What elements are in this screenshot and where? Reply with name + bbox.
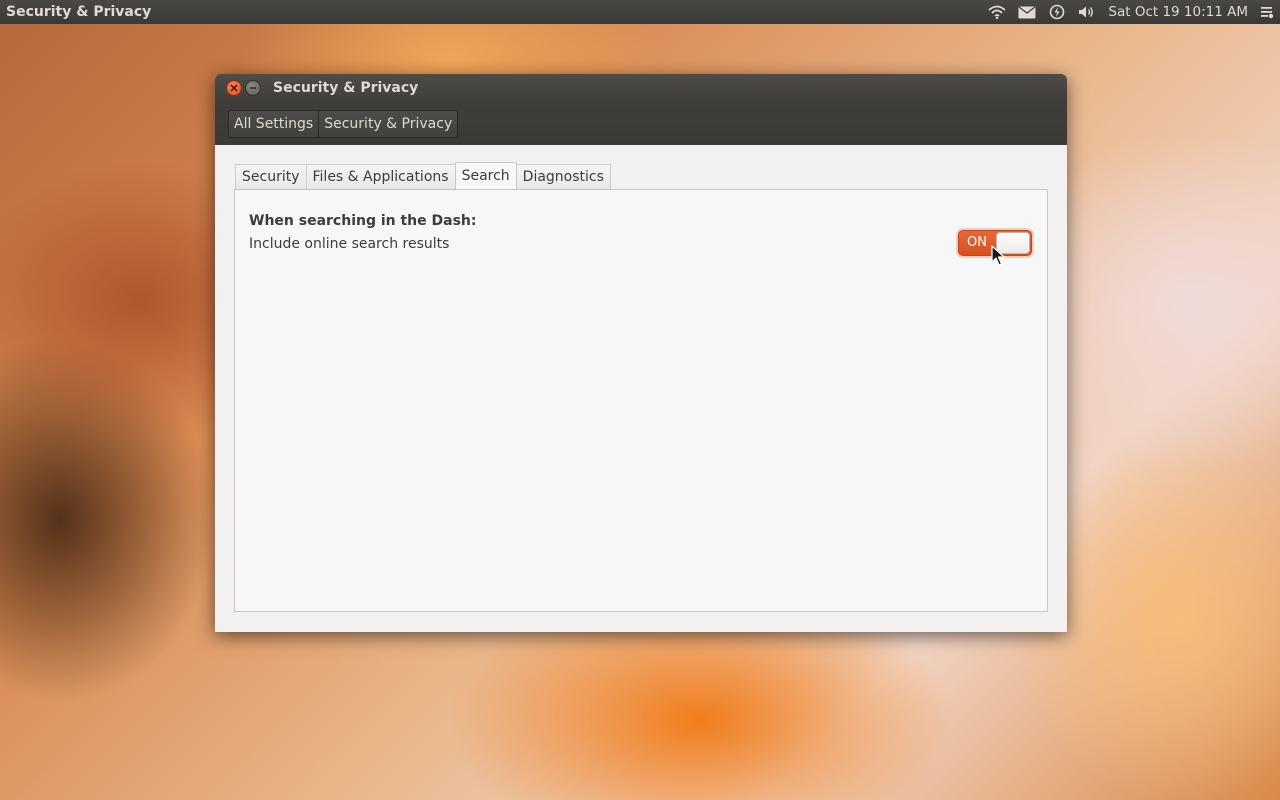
mouse-pointer-icon — [991, 245, 1005, 266]
breadcrumb: All Settings Security & Privacy — [228, 109, 459, 138]
power-icon[interactable] — [1042, 0, 1072, 24]
tab-bar: Security Files & Applications Search Dia… — [235, 162, 611, 189]
close-button[interactable] — [226, 80, 242, 96]
window-toolbar: All Settings Security & Privacy — [215, 102, 1067, 145]
tab-files-applications[interactable]: Files & Applications — [305, 164, 456, 189]
panel-app-title: Security & Privacy — [6, 4, 152, 20]
search-tab-panel: When searching in the Dash: Include onli… — [234, 189, 1048, 612]
mail-icon[interactable] — [1012, 0, 1042, 24]
session-menu-icon[interactable] — [1254, 0, 1280, 24]
panel-indicators: Sat Oct 19 10:11 AM — [982, 0, 1280, 24]
window-content: Security Files & Applications Search Dia… — [215, 145, 1067, 632]
panel-clock[interactable]: Sat Oct 19 10:11 AM — [1102, 4, 1254, 20]
breadcrumb-security-privacy[interactable]: Security & Privacy — [318, 110, 458, 137]
breadcrumb-all-settings[interactable]: All Settings — [229, 110, 319, 137]
minimize-button[interactable] — [245, 80, 261, 96]
tab-security[interactable]: Security — [235, 164, 307, 189]
top-panel: Security & Privacy Sat Oct 19 10:11 AM — [0, 0, 1280, 24]
settings-window: Security & Privacy All Settings Security… — [215, 74, 1067, 632]
wifi-icon[interactable] — [982, 0, 1012, 24]
volume-icon[interactable] — [1072, 0, 1102, 24]
window-title: Security & Privacy — [273, 80, 419, 96]
window-titlebar[interactable]: Security & Privacy — [215, 74, 1067, 102]
section-heading: When searching in the Dash: — [249, 213, 477, 229]
close-icon — [230, 84, 238, 92]
online-results-label: Include online search results — [249, 236, 450, 252]
tab-diagnostics[interactable]: Diagnostics — [515, 164, 611, 189]
minimize-icon — [250, 87, 256, 89]
switch-state-label: ON — [967, 235, 987, 250]
tab-search[interactable]: Search — [454, 162, 517, 189]
